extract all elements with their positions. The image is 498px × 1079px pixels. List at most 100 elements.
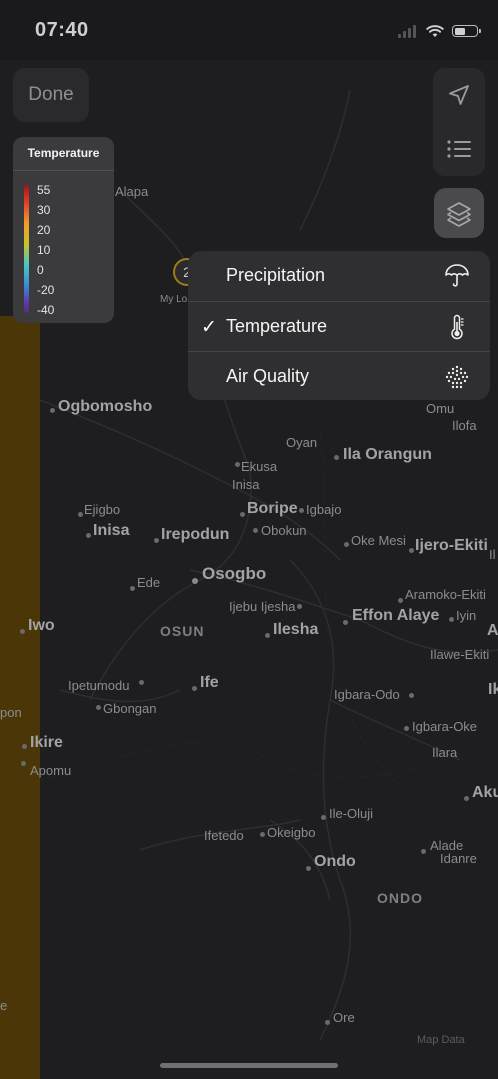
map-place-dot [20, 629, 25, 634]
menu-item-label: Precipitation [226, 265, 326, 285]
legend-value: 55 [37, 183, 51, 197]
map-place-label: Oyan [286, 435, 318, 450]
map-place-label: Ifetedo [204, 828, 244, 843]
map-place-dot [192, 578, 198, 584]
map-place-label: Irepodun [161, 526, 230, 543]
layers-button[interactable] [434, 188, 484, 238]
map-place-label: Apomu [30, 763, 72, 778]
map-place-dot [299, 508, 304, 513]
cellular-signal-icon [398, 25, 416, 38]
map-place-label: Ilesha [273, 621, 319, 638]
map-place-dot [344, 542, 349, 547]
map-place-label: Iyin [456, 608, 477, 623]
map-place-dot [21, 761, 26, 766]
map-place-label: Obokun [261, 523, 307, 538]
map-place-dot [260, 832, 265, 837]
legend-color-scale [24, 185, 29, 313]
thermometer-icon [451, 314, 464, 340]
map-place-dot [192, 686, 197, 691]
air-quality-dots-icon [445, 365, 469, 389]
map-place-label: Ede [137, 575, 161, 590]
legend-value: 10 [37, 243, 51, 257]
map-place-dot [240, 512, 245, 517]
umbrella-icon [445, 264, 469, 287]
map-place-dot [78, 512, 83, 517]
map-place-dot [398, 598, 403, 603]
temperature-overlay-strip [0, 316, 40, 1079]
map-place-dot [321, 815, 326, 820]
map-place-label: Effon Alaye [352, 607, 440, 624]
menu-item-label: Air Quality [226, 366, 310, 386]
map-place-label: A [487, 622, 498, 639]
map-place-dot [409, 693, 414, 698]
map-place-dot [139, 680, 144, 685]
status-bar: 07:40 [0, 0, 498, 60]
status-icons [398, 21, 481, 41]
map-place-label: Ife [200, 674, 219, 691]
map-place-dot [306, 866, 311, 871]
map-place-label: Ikire [30, 734, 63, 751]
map-place-label: Ijero-Ekiti [415, 537, 488, 554]
map-place-label: Oke Mesi [351, 533, 406, 548]
map-attribution-link[interactable]: Map Data [417, 1034, 465, 1046]
map-place-label: pon [0, 705, 22, 720]
map-place-label: Ilara [432, 745, 458, 760]
legend-value: -40 [37, 303, 55, 317]
map-place-label: Ipetumodu [68, 678, 130, 693]
map-place-label: Ila Orangun [343, 446, 432, 463]
map-place-dot [154, 538, 159, 543]
home-indicator[interactable] [160, 1063, 338, 1068]
my-location-label: My Lo [160, 294, 188, 305]
map-place-label: Il [489, 547, 496, 562]
map-place-dot [334, 455, 339, 460]
wifi-icon [426, 25, 444, 37]
list-button[interactable] [433, 122, 485, 176]
map-region-label: ONDO [377, 890, 423, 906]
map-place-dot [464, 796, 469, 801]
map-place-dot [235, 462, 240, 467]
legend-value: 20 [37, 223, 51, 237]
map-place-label: Ondo [314, 853, 356, 870]
map-place-dot [22, 744, 27, 749]
map-place-label: Ejigbo [84, 502, 121, 517]
map-place-label: Ijebu Ijesha [229, 599, 296, 614]
map-place-label: Igbara-Odo [334, 687, 400, 702]
map-place-label: Igbara-Oke [412, 719, 478, 734]
map-place-dot [449, 617, 454, 622]
map-place-label: Ik [488, 681, 498, 698]
legend-value: -20 [37, 283, 55, 297]
map-place-label: Idanre [440, 851, 477, 866]
map-place-label: Osogbo [202, 564, 267, 583]
map-layer-menu: Precipitation ✓ Temperature Air Quality [188, 251, 490, 400]
menu-item-precipitation[interactable]: Precipitation [188, 251, 490, 301]
map-place-label: Alapa [115, 184, 149, 199]
legend-value: 0 [37, 263, 44, 277]
legend-divider [13, 170, 114, 171]
battery-icon [452, 25, 481, 37]
menu-item-air-quality[interactable]: Air Quality [188, 351, 490, 400]
map-place-dot [325, 1020, 330, 1025]
map-place-label: e [0, 998, 8, 1013]
map-place-label: Inisa [232, 477, 260, 492]
map-controls [433, 68, 485, 176]
temperature-legend: Temperature 55 30 20 10 0 -20 -40 [13, 137, 114, 323]
menu-item-temperature[interactable]: ✓ Temperature [188, 301, 490, 352]
map-place-label: Iwo [28, 617, 55, 634]
layers-icon [447, 202, 471, 227]
checkmark-icon: ✓ [201, 317, 217, 338]
map-place-label: Ile-Oluji [329, 806, 374, 821]
map-place-dot [409, 548, 414, 553]
map-place-label: Igbajo [306, 502, 342, 517]
map-place-dot [96, 705, 101, 710]
status-time: 07:40 [35, 19, 89, 41]
map-place-label: Okeigbo [267, 825, 316, 840]
menu-item-label: Temperature [226, 316, 328, 336]
map-place-label: Inisa [93, 522, 130, 539]
map-place-dot [50, 408, 55, 413]
location-arrow-icon [449, 85, 469, 105]
map-place-label: Ekusa [241, 459, 278, 474]
location-button[interactable] [433, 68, 485, 122]
legend-value: 30 [37, 203, 51, 217]
done-button[interactable]: Done [13, 68, 89, 122]
map-place-label: Omu [426, 401, 455, 416]
